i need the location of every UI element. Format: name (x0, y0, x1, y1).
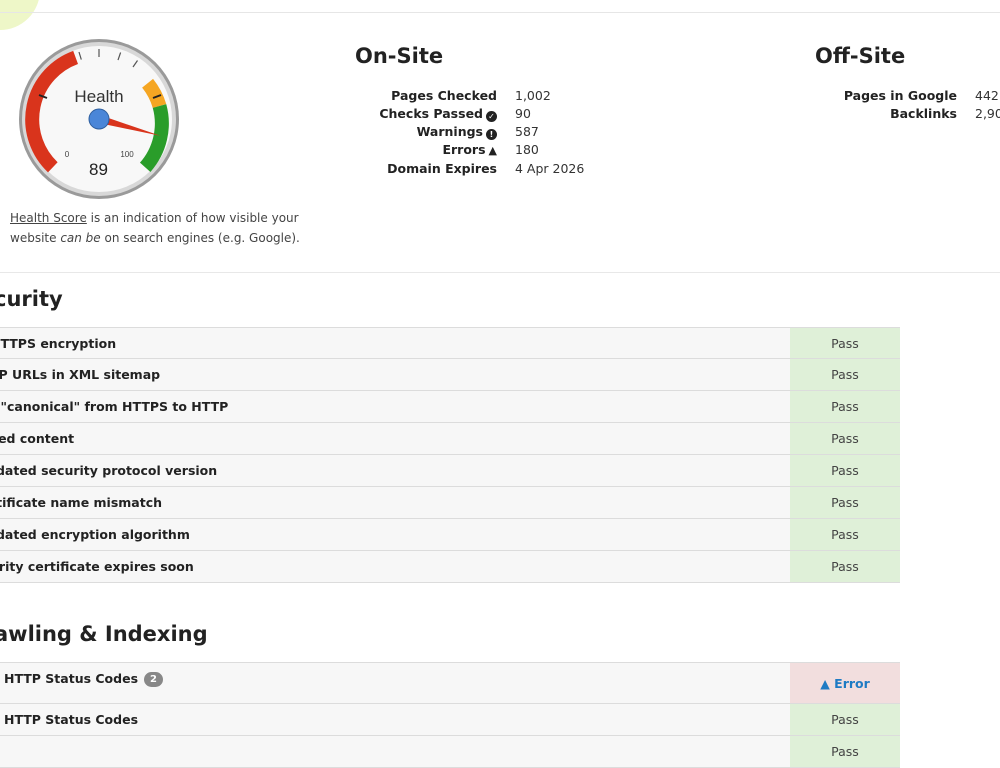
status-pass: Pass (790, 423, 900, 454)
table-row[interactable]: X HTTP Status Codes 2 ▲ Error (0, 662, 900, 704)
health-score-note: Health Score is an indication of how vis… (10, 208, 330, 248)
stat-label: Errors (442, 142, 486, 157)
onsite-stats: Pages Checked 1,002 Checks Passed ✓ 90 Warn… (362, 87, 584, 178)
check-name: urity certificate expires soon (0, 551, 790, 582)
status-pass: Pass (790, 455, 900, 486)
gauge-hub (88, 108, 110, 130)
stat-value: 1,002 (515, 88, 551, 103)
stat-row: Pages Checked 1,002 (362, 87, 584, 105)
stat-value: 442 (975, 88, 999, 103)
health-score-value: 89 (89, 160, 108, 179)
status-pass: Pass (790, 359, 900, 390)
exclamation-circle-icon: ! (486, 129, 497, 140)
check-name: xed content (0, 423, 790, 454)
stat-row: Pages in Google 442 (822, 87, 1000, 105)
status-error-label: Error (834, 676, 870, 691)
security-title: curity (0, 287, 63, 311)
status-pass: Pass (790, 328, 900, 358)
crawling-checks: X HTTP Status Codes 2 ▲ Error X HTTP Statu… (0, 662, 900, 768)
stat-row: Domain Expires 4 Apr 2026 (362, 160, 584, 178)
check-name: X HTTP Status Codes (0, 704, 790, 735)
section-divider (0, 272, 1000, 273)
stat-label: Domain Expires (387, 161, 497, 176)
stat-label: Checks Passed (379, 106, 483, 121)
stat-value: 180 (515, 142, 539, 157)
stat-value: 90 (515, 106, 531, 121)
check-name: tdated security protocol version (0, 455, 790, 486)
status-pass: Pass (790, 487, 900, 518)
warning-triangle-icon: ▲ (488, 144, 497, 157)
gauge-min-label: 0 (65, 150, 70, 159)
status-error[interactable]: ▲ Error (790, 663, 900, 703)
top-divider (0, 12, 1000, 13)
count-badge: 2 (144, 672, 163, 687)
table-row[interactable]: xed contentPass (0, 423, 900, 455)
table-row[interactable]: X HTTP Status Codes Pass (0, 704, 900, 736)
crawling-title: awling & Indexing (0, 622, 208, 646)
check-name: HTTPS encryption (0, 328, 790, 358)
stat-value: 2,904 (975, 106, 1000, 121)
check-name: rtificate name mismatch (0, 487, 790, 518)
check-name (0, 736, 790, 767)
status-pass: Pass (790, 551, 900, 582)
status-pass: Pass (790, 519, 900, 550)
status-pass: Pass (790, 391, 900, 422)
table-row[interactable]: urity certificate expires soon Pass (0, 551, 900, 583)
stat-label: Warnings (416, 124, 483, 139)
offsite-title: Off-Site (815, 44, 906, 68)
table-row[interactable]: tdated security protocol version Pass (0, 455, 900, 487)
onsite-title: On-Site (355, 44, 444, 68)
security-checks: HTTPS encryption Pass TP URLs in XML site… (0, 327, 900, 583)
table-row[interactable]: tdated encryption algorithm Pass (0, 519, 900, 551)
decorative-blob (0, 0, 40, 30)
note-text-2: on search engines (e.g. Google). (100, 231, 300, 245)
stat-label: Pages Checked (391, 88, 497, 103)
table-row[interactable]: HTTPS encryption Pass (0, 327, 900, 359)
table-row[interactable]: ="canonical" from HTTPS to HTTP Pass (0, 391, 900, 423)
check-name: X HTTP Status Codes (0, 671, 139, 686)
table-row[interactable]: rtificate name mismatch Pass (0, 487, 900, 519)
stat-row: Checks Passed ✓ 90 (362, 105, 584, 123)
gauge-max-label: 100 (120, 150, 134, 159)
offsite-stats: Pages in Google 442 Backlinks 2,904 (822, 87, 1000, 123)
note-emphasis: can be (60, 231, 101, 245)
table-row[interactable]: Pass (0, 736, 900, 768)
stat-label: Pages in Google (843, 88, 957, 103)
stat-row: Backlinks 2,904 (822, 105, 1000, 123)
gauge-label: Health (74, 87, 123, 106)
check-name: TP URLs in XML sitemap (0, 359, 790, 390)
check-circle-icon: ✓ (486, 111, 497, 122)
stat-row: Warnings! 587 (362, 123, 584, 141)
stat-value: 4 Apr 2026 (515, 161, 585, 176)
warning-triangle-icon: ▲ (820, 676, 830, 691)
stat-value: 587 (515, 124, 539, 139)
check-name: tdated encryption algorithm (0, 519, 790, 550)
stat-row: Errors ▲ 180 (362, 141, 584, 160)
status-pass: Pass (790, 736, 900, 767)
health-score-link[interactable]: Health Score (10, 211, 87, 225)
check-name: ="canonical" from HTTPS to HTTP (0, 391, 790, 422)
stat-label: Backlinks (890, 106, 957, 121)
table-row[interactable]: TP URLs in XML sitemap Pass (0, 359, 900, 391)
status-pass: Pass (790, 704, 900, 735)
